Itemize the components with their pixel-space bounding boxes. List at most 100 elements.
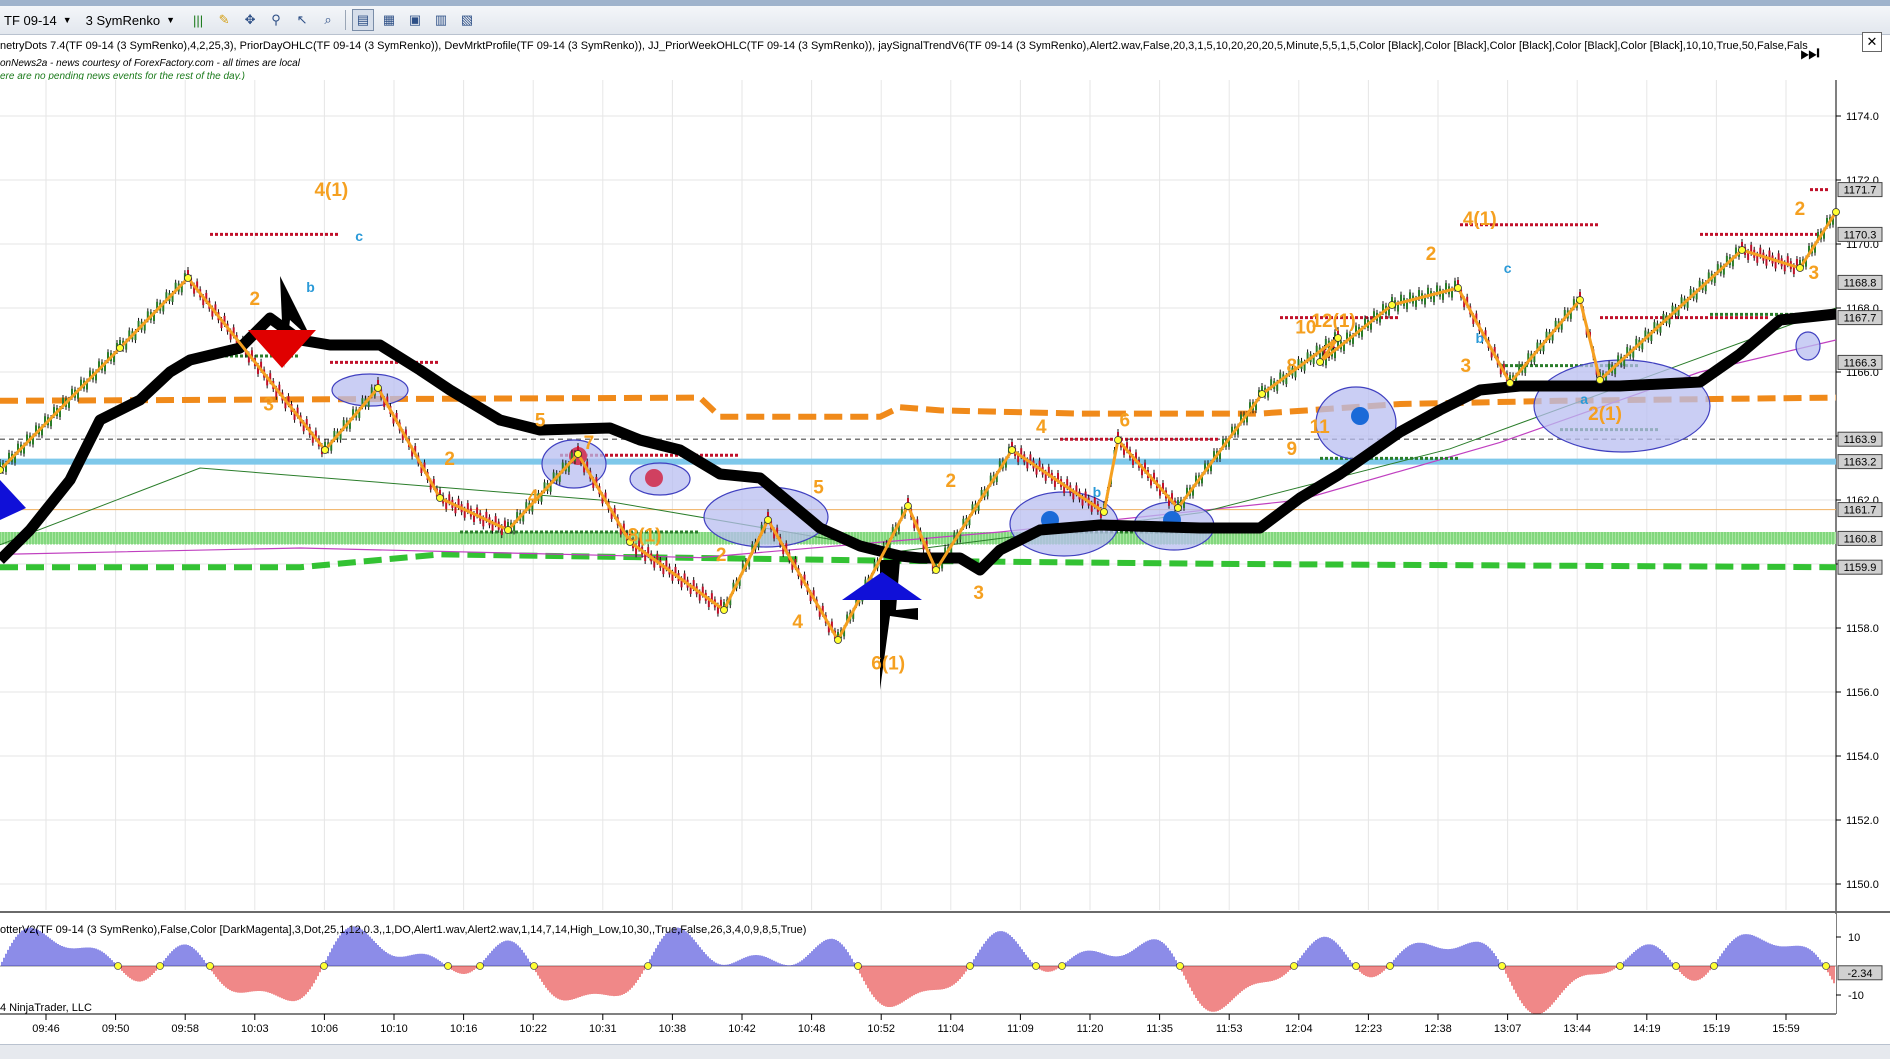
pivot-dot <box>904 502 912 510</box>
wave-count-label: 4 <box>1036 417 1047 438</box>
osc-cross-dot <box>114 962 122 970</box>
pivot-dot <box>1738 246 1746 254</box>
price-chart[interactable]: 1174.01172.01170.01168.01166.01164.01162… <box>0 0 1890 1040</box>
osc-cross-dot <box>1672 962 1680 970</box>
wave-count-label: 11 <box>1310 417 1331 438</box>
price-tick-label: 1158.0 <box>1846 623 1879 635</box>
abc-label: c <box>1504 260 1512 276</box>
osc-tick-label: -10 <box>1848 990 1864 1002</box>
wave-count-label: 8(1) <box>628 526 662 547</box>
abc-label: a <box>1580 391 1588 407</box>
wave-count-label: 7 <box>584 433 595 454</box>
pivot-dot <box>1388 301 1396 309</box>
osc-cross-dot <box>1386 962 1394 970</box>
pivot-dot <box>1316 358 1324 366</box>
signal-dot <box>1351 407 1369 425</box>
price-tick-label: 1174.0 <box>1846 111 1879 123</box>
pivot-dot <box>1576 296 1584 304</box>
time-axis: 09:46 09:50 09:58 10:03 10:06 10:10 10:16 10:22… <box>0 1013 1836 1035</box>
pivot-dot <box>0 466 4 474</box>
time-label: 10:38 <box>659 1023 687 1035</box>
pivot-dot <box>436 494 444 502</box>
time-label: 10:03 <box>241 1023 269 1035</box>
wave-count-label: 3 <box>263 394 274 415</box>
price-tick-label: 1150.0 <box>1846 879 1879 891</box>
pivot-dot <box>504 526 512 534</box>
time-label: 10:42 <box>728 1023 756 1035</box>
abc-label: c <box>355 228 363 244</box>
osc-cross-dot <box>320 962 328 970</box>
time-label: 11:20 <box>1077 1023 1104 1035</box>
signal-ellipse <box>1795 331 1821 361</box>
pivot-dot <box>1334 334 1342 342</box>
time-label: 09:58 <box>171 1023 199 1035</box>
time-label: 09:50 <box>102 1023 130 1035</box>
osc-cross-dot <box>476 962 484 970</box>
pivot-dot <box>764 516 772 524</box>
osc-cross-dot <box>1058 962 1066 970</box>
wave-count-label: 8 <box>1287 356 1298 377</box>
price-tick-label: 1152.0 <box>1846 815 1879 827</box>
pivot-dot <box>116 344 124 352</box>
wave-count-label: 4(1) <box>1463 209 1497 230</box>
price-axis: 1174.01172.01170.01168.01166.01164.01162… <box>1835 80 1879 1014</box>
time-label: 10:16 <box>450 1023 478 1035</box>
time-label: 10:10 <box>380 1023 408 1035</box>
price-badge-label: 1168.8 <box>1844 277 1877 289</box>
price-badge-label: 1160.8 <box>1844 533 1877 545</box>
price-panel-bg <box>0 80 1836 910</box>
oscillator-title: otterV2(TF 09-14 (3 SymRenko),False,Colo… <box>0 924 807 936</box>
osc-cross-dot <box>966 962 974 970</box>
pivot-dot <box>321 446 329 454</box>
osc-cross-dot <box>644 962 652 970</box>
time-label: 15:59 <box>1772 1023 1800 1035</box>
time-label: 10:31 <box>589 1023 617 1035</box>
wave-count-label: 5 <box>535 410 546 431</box>
time-label: 11:53 <box>1216 1023 1243 1035</box>
copyright-text: 4 NinjaTrader, LLC <box>0 1002 92 1014</box>
time-label: 11:35 <box>1146 1023 1173 1035</box>
wave-count-label: 2 <box>250 289 261 310</box>
pivot-dot <box>574 450 582 458</box>
osc-cross-dot <box>444 962 452 970</box>
time-label: 13:44 <box>1563 1023 1591 1035</box>
price-badge-label: 1163.2 <box>1844 457 1877 469</box>
wave-count-label: 4 <box>528 487 539 508</box>
osc-cross-dot <box>854 962 862 970</box>
wave-count-label: 9 <box>1287 439 1298 460</box>
pivot-dot <box>374 384 382 392</box>
oscillator-axis: 10 -10 -2.34 <box>1836 932 1883 1002</box>
pivot-dot <box>1832 208 1840 216</box>
wave-count-label: 4(1) <box>314 180 348 201</box>
osc-tick-label: 10 <box>1848 932 1860 944</box>
osc-cross-dot <box>156 962 164 970</box>
status-bar <box>0 1044 1890 1059</box>
pivot-dot <box>1174 504 1182 512</box>
price-badge-label: 1171.7 <box>1844 185 1877 197</box>
time-label: 11:04 <box>937 1023 964 1035</box>
wave-count-label: 2(1) <box>1588 404 1622 425</box>
osc-cross-dot <box>1710 962 1718 970</box>
wave-count-label: 12(1) <box>1311 311 1355 332</box>
pivot-dot <box>1796 264 1804 272</box>
wave-count-label: 2 <box>1426 244 1437 265</box>
abc-label: b <box>306 279 315 295</box>
pivot-dot <box>184 274 192 282</box>
time-label: 10:52 <box>867 1023 895 1035</box>
osc-cross-dot <box>1822 962 1830 970</box>
osc-cross-dot <box>1352 962 1360 970</box>
osc-cross-dot <box>1176 962 1184 970</box>
price-badge-label: 1167.7 <box>1844 313 1877 325</box>
price-badge-label: 1170.3 <box>1844 229 1877 241</box>
time-label: 12:04 <box>1285 1023 1313 1035</box>
pivot-dot <box>932 566 940 574</box>
wave-count-label: 2 <box>716 545 727 566</box>
osc-cross-dot <box>1616 962 1624 970</box>
pivot-dot <box>1596 376 1604 384</box>
price-badge-label: 1166.3 <box>1844 357 1877 369</box>
price-badge-label: 1159.9 <box>1844 562 1877 574</box>
osc-cross-dot <box>1290 962 1298 970</box>
abc-label: b <box>1093 484 1102 500</box>
abc-label: b <box>1475 330 1484 346</box>
wave-count-label: 2 <box>444 449 455 470</box>
